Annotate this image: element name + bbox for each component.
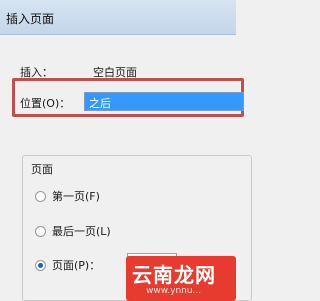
watermark-text: 云南龙网 xyxy=(132,263,216,287)
radio-page-number-circle[interactable] xyxy=(35,259,46,271)
radio-page-number-label: 页面(P)： xyxy=(52,259,101,272)
radio-first-page[interactable]: 第一页(F) xyxy=(35,188,100,204)
position-selected-value: 之后 xyxy=(89,97,111,110)
title-bar: 插入页面 xyxy=(0,0,236,35)
radio-last-page-circle[interactable] xyxy=(35,225,46,237)
site-watermark-logo: 云南龙网 www.ynnu... xyxy=(126,256,236,301)
page-group-title: 页面 xyxy=(28,161,56,177)
position-select[interactable]: 之后 xyxy=(84,92,244,111)
radio-first-page-label: 第一页(F) xyxy=(52,190,100,203)
radio-first-page-circle[interactable] xyxy=(35,190,46,202)
radio-last-page-label: 最后一页(L) xyxy=(52,225,111,238)
radio-page-number[interactable]: 页面(P)： xyxy=(35,257,100,273)
watermark-url: www.ynnu... xyxy=(146,286,202,296)
window-title: 插入页面 xyxy=(6,12,55,26)
position-label: 位置(O)： xyxy=(20,97,71,110)
radio-last-page[interactable]: 最后一页(L) xyxy=(35,223,111,239)
